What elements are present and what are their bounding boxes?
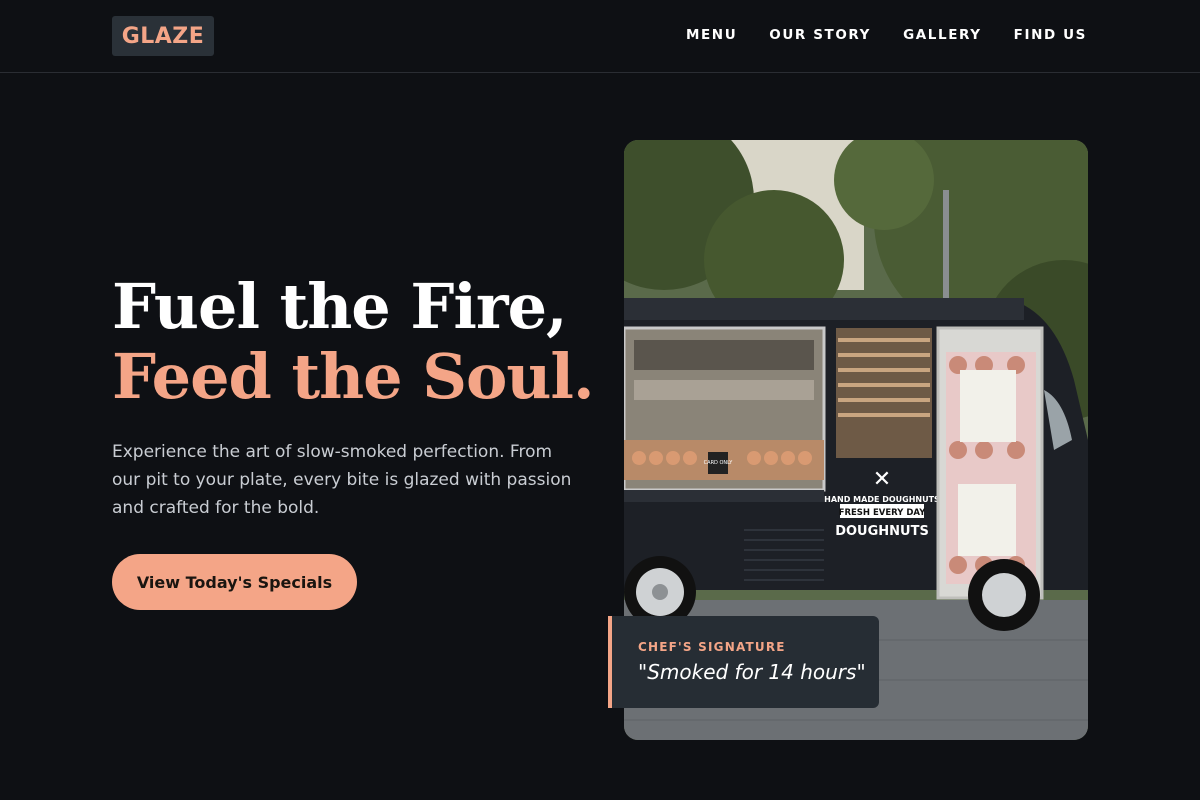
signature-quote: "Smoked for 14 hours" [638, 660, 866, 684]
nav-gallery[interactable]: GALLERY [903, 27, 982, 43]
truck-sign-line3: DOUGHNUTS [835, 524, 929, 539]
nav-find-us[interactable]: FIND US [1014, 27, 1087, 43]
truck-sign-line2: FRESH EVERY DAY [839, 508, 927, 518]
hero-title: Fuel the Fire, Feed the Soul. [112, 270, 595, 413]
hero-title-line2: Feed the Soul. [112, 340, 595, 413]
site-header: GLAZE MENU OUR STORY GALLERY FIND US [0, 0, 1200, 73]
card-only-sign: CARD ONLY [704, 460, 734, 466]
truck-sign-line1: HAND MADE DOUGHNUTS [824, 495, 940, 504]
view-specials-button[interactable]: View Today's Specials [112, 554, 357, 610]
hero-title-line1: Fuel the Fire, [112, 270, 568, 343]
hero-description: Experience the art of slow-smoked perfec… [112, 442, 572, 518]
logo[interactable]: GLAZE [112, 16, 214, 56]
svg-text:✕: ✕ [873, 467, 891, 492]
main-nav: MENU OUR STORY GALLERY FIND US [686, 27, 1087, 43]
chef-signature-card: CHEF'S SIGNATURE "Smoked for 14 hours" [608, 616, 879, 708]
nav-menu[interactable]: MENU [686, 27, 737, 43]
signature-label: CHEF'S SIGNATURE [638, 640, 786, 654]
nav-our-story[interactable]: OUR STORY [769, 27, 871, 43]
